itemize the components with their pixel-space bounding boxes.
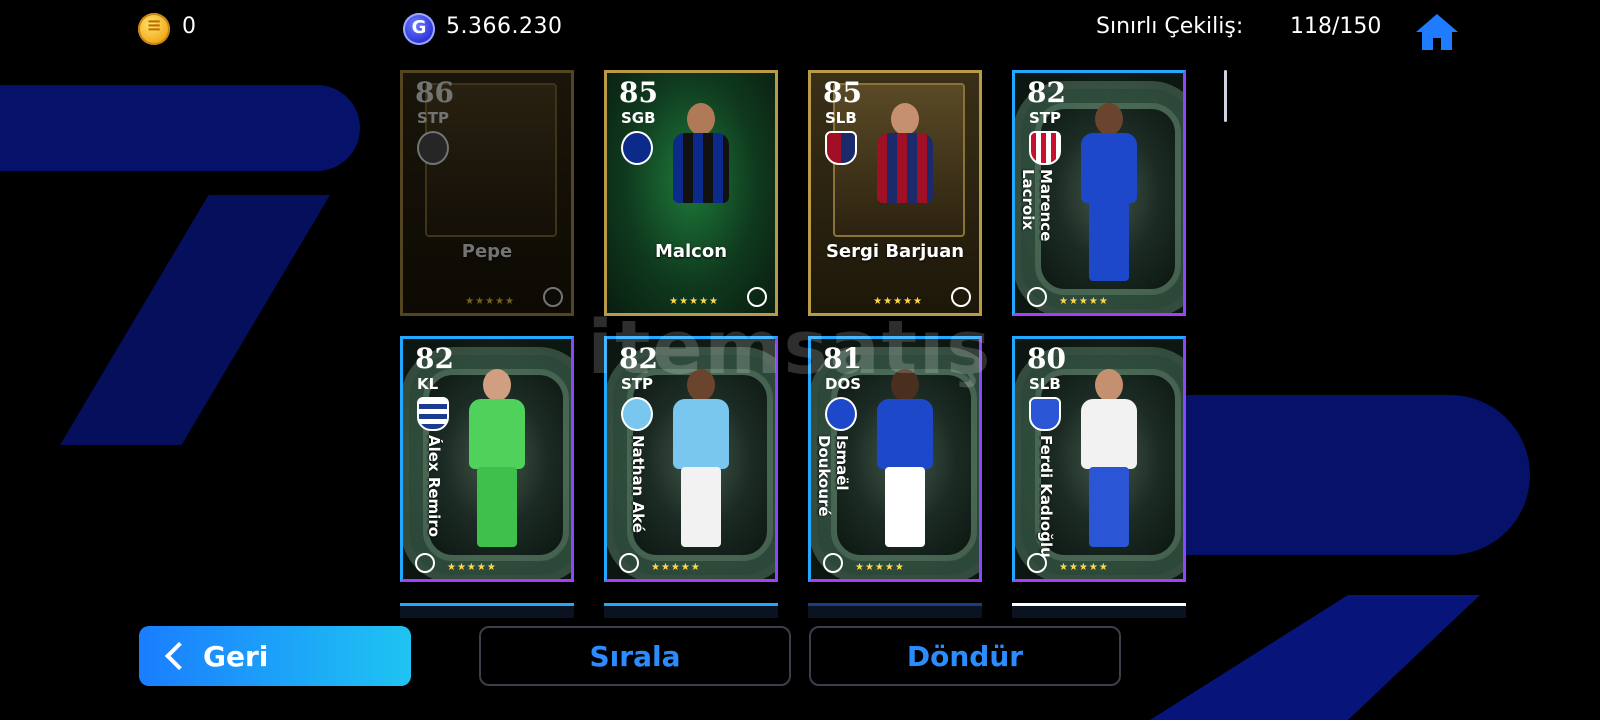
club-badge-icon [1029,397,1061,431]
club-badge-icon [621,397,653,431]
chevron-left-icon [164,641,194,671]
player-position: SGB [621,109,656,127]
scrollbar[interactable] [1224,70,1227,122]
player-stars: ★★★★★ [669,296,719,307]
player-position: DOS [825,375,862,393]
efootball-logo-icon [415,553,435,573]
player-card[interactable]: 85 SGB Malcon ★★★★★ [604,70,778,316]
player-name: Sergi Barjuan [825,241,965,262]
efootball-logo-icon [619,553,639,573]
player-position: STP [417,109,450,127]
club-badge-icon [417,397,449,431]
back-button[interactable]: Geri [139,626,411,686]
player-stars: ★★★★★ [465,296,515,307]
efootball-logo-icon [1027,553,1047,573]
gp-icon [403,13,435,45]
player-stars: ★★★★★ [1059,562,1109,573]
coin-icon [138,13,170,45]
efootball-logo-icon [823,553,843,573]
player-position: SLB [1029,375,1061,393]
player-rating: 80 [1027,342,1066,375]
player-card[interactable]: 82 STP Marence Lacroix ★★★★★ [1012,70,1186,316]
player-stars: ★★★★★ [447,562,497,573]
rotate-button[interactable]: Döndür [809,626,1121,686]
club-badge-icon [1029,131,1061,165]
player-card[interactable]: 80 SLB Ferdi Kadıoğlu ★★★★★ [1012,336,1186,582]
background-shape [0,85,360,171]
efootball-logo-icon [951,287,971,307]
efootball-logo-icon [543,287,563,307]
player-stars: ★★★★★ [1059,296,1109,307]
player-name: Ismaël Doukouré [815,435,851,517]
background-shape [1180,395,1530,555]
rotate-button-label: Döndür [906,639,1024,673]
player-image [1073,369,1143,559]
player-stars: ★★★★★ [873,296,923,307]
club-badge-icon [825,397,857,431]
player-rating: 81 [823,342,862,375]
back-button-label: Geri [203,639,269,673]
player-name: Malcon [654,241,728,262]
limited-draw-count: 118/150 [1290,14,1382,39]
efootball-logo-icon [1027,287,1047,307]
top-bar: 0 5.366.230 Sınırlı Çekiliş: 118/150 [0,0,1600,60]
gp-balance: 5.366.230 [446,14,563,39]
player-rating: 82 [619,342,658,375]
player-name: Nathan Aké [629,435,647,533]
player-card[interactable]: 86 STP Pepe ★★★★★ [400,70,574,316]
player-rating: 82 [1027,76,1066,109]
club-badge-icon [825,131,857,165]
player-position: STP [1029,109,1062,127]
home-icon[interactable] [1414,12,1460,52]
player-image [665,103,735,293]
player-rating: 82 [415,342,454,375]
player-card-partial[interactable] [808,603,982,618]
player-image [461,369,531,559]
player-rating: 85 [619,76,658,109]
player-stars: ★★★★★ [651,562,701,573]
player-rating: 86 [415,76,454,109]
player-card[interactable]: 81 DOS Ismaël Doukouré ★★★★★ [808,336,982,582]
player-image [665,369,735,559]
player-image [869,103,939,293]
player-name: Ferdi Kadıoğlu [1037,435,1055,558]
player-stars: ★★★★★ [855,562,905,573]
player-card-partial[interactable] [1012,603,1186,618]
player-card[interactable]: 82 KL Álex Remiro ★★★★★ [400,336,574,582]
player-name: Pepe [461,241,513,262]
background-shape [60,195,330,445]
player-card[interactable]: 82 STP Nathan Aké ★★★★★ [604,336,778,582]
club-badge-icon [417,131,449,165]
limited-draw-label: Sınırlı Çekiliş: [1096,14,1244,39]
player-position: STP [621,375,654,393]
player-name: Marence Lacroix [1019,169,1055,242]
sort-button-label: Sırala [589,639,681,673]
player-name: Álex Remiro [425,435,443,538]
player-card-grid[interactable]: 86 STP Pepe ★★★★★ 85 SGB Malcon ★★★★★ 85… [400,70,1200,618]
player-position: KL [417,375,439,393]
efootball-logo-icon [747,287,767,307]
sort-button[interactable]: Sırala [479,626,791,686]
player-card-partial[interactable] [604,603,778,618]
player-card-partial[interactable] [400,603,574,618]
player-image [869,369,939,559]
player-image [1073,103,1143,293]
club-badge-icon [621,131,653,165]
coin-balance: 0 [182,14,196,39]
player-position: SLB [825,109,857,127]
player-card[interactable]: 85 SLB Sergi Barjuan ★★★★★ [808,70,982,316]
player-rating: 85 [823,76,862,109]
